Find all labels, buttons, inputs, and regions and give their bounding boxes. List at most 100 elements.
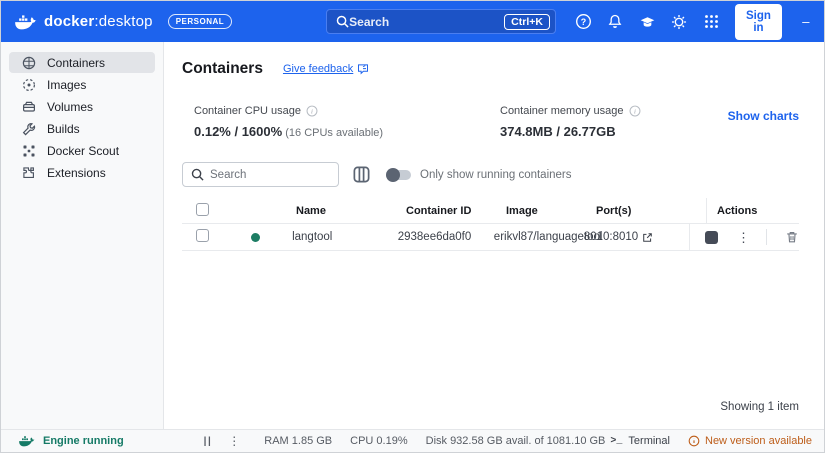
engine-whale-icon [19,436,35,447]
running-only-label: Only show running containers [420,168,572,181]
search-icon [191,168,204,181]
containers-icon [22,56,36,70]
memory-usage-block: Container memory usage i 374.8MB / 26.77… [488,105,641,139]
brand-desktop: desktop [98,13,153,30]
sidebar: Containers Images Volumes Builds Docker … [1,42,164,429]
container-search-input[interactable] [210,168,330,181]
sidebar-item-extensions[interactable]: Extensions [9,162,155,183]
cpu-usage-label: Container CPU usage [194,105,302,117]
app-logo: docker:desktop PERSONAL [15,13,233,30]
cpu-usage: CPU 0.19% [350,435,408,447]
running-status-dot [251,232,261,242]
svg-text:i: i [311,109,313,116]
pause-engine-icon[interactable]: || [204,436,213,447]
extensions-puzzle-icon [22,166,36,180]
sidebar-item-builds[interactable]: Builds [9,118,155,139]
apps-grid-icon[interactable] [702,12,721,31]
feedback-icon [358,64,369,75]
sidebar-item-label: Builds [47,121,80,136]
row-checkbox[interactable] [196,229,209,242]
help-icon[interactable]: ? [574,12,593,31]
container-image-cell: erikvl87/languagetool [493,231,603,243]
give-feedback-link[interactable]: Give feedback [283,63,369,75]
table-item-count: Showing 1 item [720,401,799,413]
main-content: Containers Give feedback Container CPU u… [164,42,824,429]
open-port-external-link-icon[interactable] [642,232,653,243]
row-more-actions-icon[interactable]: ⋮ [737,231,750,244]
actions-divider [766,229,767,245]
give-feedback-label: Give feedback [282,63,354,75]
sign-in-button[interactable]: Sign in [734,3,782,40]
new-version-label: New version available [705,435,812,447]
images-icon [22,78,36,92]
engine-status-label: Engine running [43,435,124,447]
page-title: Containers [182,60,263,77]
sidebar-item-label: Docker Scout [47,143,120,158]
header-container-id: Container ID [406,204,472,217]
svg-text:?: ? [581,17,586,27]
resource-stats: Container CPU usage i 0.12% / 1600% (16 … [182,105,799,139]
plan-badge: PERSONAL [167,14,233,29]
table-row: langtool 2938ee6da0f0 erikvl87/languaget… [182,224,799,251]
sidebar-item-images[interactable]: Images [9,74,155,95]
container-id-cell: 2938ee6da0f0 [397,231,472,243]
sidebar-item-docker-scout[interactable]: Docker Scout [9,140,155,161]
header-actions: Actions [706,198,799,223]
container-ports-cell: 8010:8010 [583,231,639,243]
cpu-usage-block: Container CPU usage i 0.12% / 1600% (16 … [182,105,488,139]
container-search[interactable] [182,162,339,187]
cpu-available-note: (16 CPUs available) [282,127,384,139]
docker-whale-icon [15,14,37,30]
brand-docker: docker [44,13,95,30]
memory-usage-value: 374.8MB / 26.77GB [500,124,616,139]
new-version-link[interactable]: New version available [688,435,812,447]
settings-gear-icon[interactable] [670,12,689,31]
select-all-checkbox[interactable] [196,202,209,216]
terminal-icon: >_ [610,435,623,447]
window-controls: – ✕ [792,8,824,36]
running-only-toggle[interactable]: Only show running containers [386,167,572,182]
notifications-bell-icon[interactable] [606,12,625,31]
svg-text:i: i [634,109,636,116]
table-controls: Only show running containers [182,162,799,187]
info-icon: i [306,105,318,117]
sidebar-item-containers[interactable]: Containers [9,52,155,73]
memory-usage-label: Container memory usage [500,105,624,117]
docker-desktop-window: docker:desktop PERSONAL Ctrl+K ? [0,0,825,453]
engine-status[interactable]: Engine running [19,435,124,447]
cpu-usage-value: 0.12% / 1600% [194,124,283,139]
global-search[interactable]: Ctrl+K [326,9,556,34]
sidebar-item-volumes[interactable]: Volumes [9,96,155,117]
toggle-track[interactable] [386,167,411,182]
minimize-button[interactable]: – [792,8,820,36]
ram-usage: RAM 1.85 GB [264,435,333,447]
header-ports: Port(s) [596,204,632,217]
titlebar-icons: ? [574,12,721,31]
sidebar-item-label: Extensions [47,165,106,180]
terminal-button[interactable]: >_ Terminal [610,435,670,447]
stop-container-button[interactable] [705,230,718,244]
table-header-row: Name Container ID Image Port(s) Actions [182,198,799,224]
sidebar-item-label: Containers [47,55,106,70]
sidebar-item-label: Images [47,77,87,92]
columns-settings-icon[interactable] [351,165,371,185]
delete-container-icon[interactable] [785,230,799,244]
info-icon: i [629,105,640,117]
builds-icon [22,122,36,136]
statusbar-more-icon[interactable]: ⋮ [228,435,240,447]
container-name-link[interactable]: langtool [282,231,388,243]
containers-table: Name Container ID Image Port(s) Actions … [182,198,799,251]
learning-center-icon[interactable] [638,12,657,31]
docker-scout-icon [22,144,36,158]
keyboard-shortcut-badge: Ctrl+K [504,13,550,30]
volumes-icon [22,100,36,114]
show-charts-link[interactable]: Show charts [728,109,799,123]
sidebar-item-label: Volumes [47,99,94,114]
app-title: docker:desktop [44,13,153,30]
header-name: Name [296,204,326,217]
disk-usage: Disk 932.58 GB avail. of 1081.10 GB [425,435,606,447]
titlebar: docker:desktop PERSONAL Ctrl+K ? [1,1,824,42]
update-info-icon [688,435,700,447]
terminal-label: Terminal [628,435,670,447]
global-search-input[interactable] [349,14,505,29]
